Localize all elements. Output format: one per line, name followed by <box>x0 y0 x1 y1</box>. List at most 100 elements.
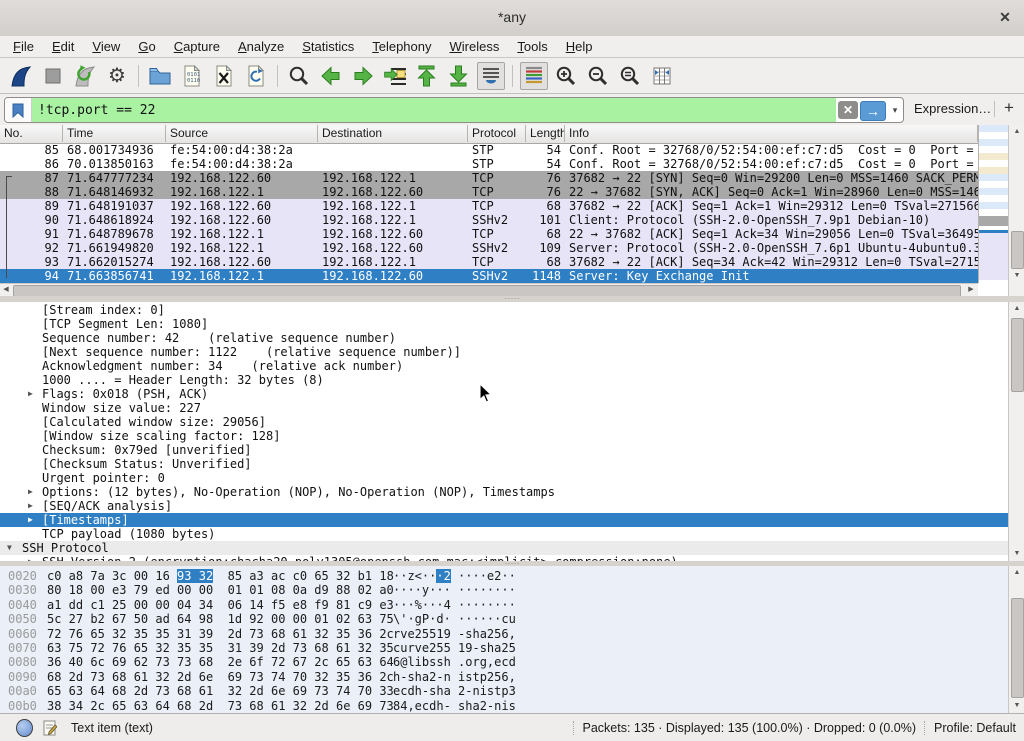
detail-line[interactable]: [TCP Segment Len: 1080] <box>0 317 1008 331</box>
expert-info-icon[interactable] <box>16 719 33 737</box>
detail-line[interactable]: [Stream index: 0] <box>0 303 1008 317</box>
bytes-vscrollbar[interactable]: ▲ ▼ <box>1008 566 1024 713</box>
packet-row-91[interactable]: 9171.648789678192.168.122.1192.168.122.6… <box>0 227 978 241</box>
add-filter-button[interactable]: + <box>1004 98 1014 118</box>
scroll-up-icon[interactable]: ▲ <box>1009 302 1024 316</box>
packet-row-94[interactable]: 9471.663856741192.168.122.1192.168.122.6… <box>0 269 978 283</box>
hex-row-00a0[interactable]: 00a065 63 64 68 2d 73 68 61 32 2d 6e 69 … <box>0 684 1008 698</box>
detail-line[interactable]: [Next sequence number: 1122 (relative se… <box>0 345 1008 359</box>
packet-row-88[interactable]: 8871.648146932192.168.122.1192.168.122.6… <box>0 185 978 199</box>
detail-line[interactable]: [Window size scaling factor: 128] <box>0 429 1008 443</box>
packet-row-90[interactable]: 9071.648618924192.168.122.60192.168.122.… <box>0 213 978 227</box>
colorize-icon[interactable] <box>520 62 548 90</box>
hex-row-0080[interactable]: 008036 40 6c 69 62 73 73 68 2e 6f 72 67 … <box>0 655 1008 669</box>
detail-line[interactable]: ▶Options: (12 bytes), No-Operation (NOP)… <box>0 485 1008 499</box>
packet-row-93[interactable]: 9371.662015274192.168.122.60192.168.122.… <box>0 255 978 269</box>
apply-filter-icon[interactable]: → <box>860 101 886 121</box>
hex-row-0060[interactable]: 006072 76 65 32 35 35 31 39 2d 73 68 61 … <box>0 627 1008 641</box>
packet-row-85[interactable]: 8568.001734936fe:54:00:d4:38:2aSTP54Conf… <box>0 143 978 157</box>
hex-row-0050[interactable]: 00505c 27 b2 67 50 ad 64 98 1d 92 00 00 … <box>0 612 1008 626</box>
scroll-thumb[interactable] <box>1011 598 1024 698</box>
detail-line[interactable]: Sequence number: 42 (relative sequence n… <box>0 331 1008 345</box>
menu-edit[interactable]: Edit <box>43 37 83 56</box>
packet-row-92[interactable]: 9271.661949820192.168.122.1192.168.122.6… <box>0 241 978 255</box>
zoom-in-icon[interactable] <box>552 62 580 90</box>
menu-wireless[interactable]: Wireless <box>441 37 509 56</box>
detail-line[interactable]: ▶[SEQ/ACK analysis] <box>0 499 1008 513</box>
expand-icon[interactable]: ▶ <box>28 499 33 513</box>
menu-view[interactable]: View <box>83 37 129 56</box>
scroll-right-icon[interactable]: ▶ <box>965 284 977 296</box>
menu-file[interactable]: File <box>4 37 43 56</box>
detail-line[interactable]: Window size value: 227 <box>0 401 1008 415</box>
titlebar[interactable]: *any ✕ <box>0 0 1024 37</box>
column-header-no[interactable]: No. <box>0 125 63 142</box>
restart-capture-icon[interactable] <box>71 62 99 90</box>
scroll-down-icon[interactable]: ▼ <box>1009 699 1024 713</box>
detail-line[interactable]: ▶[Timestamps] <box>0 513 1008 527</box>
find-packet-icon[interactable] <box>285 62 313 90</box>
hex-row-0040[interactable]: 0040a1 dd c1 25 00 00 04 34 06 14 f5 e8 … <box>0 598 1008 612</box>
reload-file-icon[interactable] <box>242 62 270 90</box>
detail-line[interactable]: 1000 .... = Header Length: 32 bytes (8) <box>0 373 1008 387</box>
detail-line[interactable]: Urgent pointer: 0 <box>0 471 1008 485</box>
last-packet-icon[interactable] <box>445 62 473 90</box>
goto-packet-icon[interactable] <box>381 62 409 90</box>
detail-line[interactable]: ▶Flags: 0x018 (PSH, ACK) <box>0 387 1008 401</box>
menu-analyze[interactable]: Analyze <box>229 37 293 56</box>
column-header-source[interactable]: Source <box>166 125 318 142</box>
menu-go[interactable]: Go <box>129 37 164 56</box>
next-packet-icon[interactable] <box>349 62 377 90</box>
hex-row-0020[interactable]: 0020c0 a8 7a 3c 00 16 93 32 85 a3 ac c0 … <box>0 569 1008 583</box>
expand-icon[interactable]: ▶ <box>28 387 33 401</box>
hex-row-0090[interactable]: 009068 2d 73 68 61 32 2d 6e 69 73 74 70 … <box>0 670 1008 684</box>
column-header-time[interactable]: Time <box>63 125 166 142</box>
scroll-up-icon[interactable]: ▲ <box>1009 566 1024 580</box>
auto-scroll-icon[interactable] <box>477 62 505 90</box>
bookmark-icon[interactable] <box>5 98 32 122</box>
collapse-icon[interactable]: ▼ <box>7 541 12 555</box>
column-header-length[interactable]: Length <box>526 125 565 142</box>
zoom-out-icon[interactable] <box>584 62 612 90</box>
menu-help[interactable]: Help <box>557 37 602 56</box>
first-packet-icon[interactable] <box>413 62 441 90</box>
menu-telephony[interactable]: Telephony <box>363 37 440 56</box>
detail-line[interactable]: Checksum: 0x79ed [unverified] <box>0 443 1008 457</box>
detail-line[interactable]: [Calculated window size: 29056] <box>0 415 1008 429</box>
menu-statistics[interactable]: Statistics <box>293 37 363 56</box>
profile-text[interactable]: Profile: Default <box>934 721 1016 735</box>
display-filter-input[interactable] <box>32 98 836 122</box>
detail-line[interactable]: ▼SSH Protocol <box>0 541 1008 555</box>
scroll-left-icon[interactable]: ◀ <box>0 284 12 296</box>
packet-row-86[interactable]: 8670.013850163fe:54:00:d4:38:2aSTP54Conf… <box>0 157 978 171</box>
detail-line[interactable]: Acknowledgment number: 34 (relative ack … <box>0 359 1008 373</box>
packet-list-hscrollbar[interactable]: ◀ ▶ <box>0 283 978 297</box>
column-header-info[interactable]: Info <box>565 125 978 142</box>
column-header-protocol[interactable]: Protocol <box>468 125 526 142</box>
detail-line[interactable]: [Checksum Status: Unverified] <box>0 457 1008 471</box>
hex-row-0030[interactable]: 003080 18 00 e3 79 ed 00 00 01 01 08 0a … <box>0 583 1008 597</box>
scroll-down-icon[interactable]: ▼ <box>1009 269 1024 283</box>
capture-options-icon[interactable]: ⚙ <box>103 62 131 90</box>
clear-filter-icon[interactable]: ✕ <box>838 101 858 119</box>
column-header-destination[interactable]: Destination <box>318 125 468 142</box>
menu-tools[interactable]: Tools <box>508 37 556 56</box>
details-vscrollbar[interactable]: ▲ ▼ <box>1008 302 1024 561</box>
resize-columns-icon[interactable] <box>648 62 676 90</box>
packet-row-89[interactable]: 8971.648191037192.168.122.60192.168.122.… <box>0 199 978 213</box>
packet-list-vscrollbar[interactable]: ▲ ▼ <box>1008 125 1024 283</box>
stop-capture-icon[interactable] <box>39 62 67 90</box>
scroll-thumb[interactable] <box>1011 318 1024 392</box>
capture-comment-icon[interactable] <box>43 720 57 736</box>
packet-row-87[interactable]: 8771.647777234192.168.122.60192.168.122.… <box>0 171 978 185</box>
expand-icon[interactable]: ▶ <box>28 485 33 499</box>
filter-history-dropdown-icon[interactable]: ▾ <box>887 98 903 122</box>
start-capture-icon[interactable] <box>7 62 35 90</box>
scroll-thumb[interactable] <box>1011 231 1024 269</box>
open-file-icon[interactable] <box>146 62 174 90</box>
expand-icon[interactable]: ▶ <box>28 513 33 527</box>
expression-button[interactable]: Expression… <box>914 101 991 116</box>
hex-row-00b0[interactable]: 00b038 34 2c 65 63 64 68 2d 73 68 61 32 … <box>0 699 1008 713</box>
scroll-down-icon[interactable]: ▼ <box>1009 547 1024 561</box>
intelligent-scrollbar[interactable] <box>978 125 1009 283</box>
